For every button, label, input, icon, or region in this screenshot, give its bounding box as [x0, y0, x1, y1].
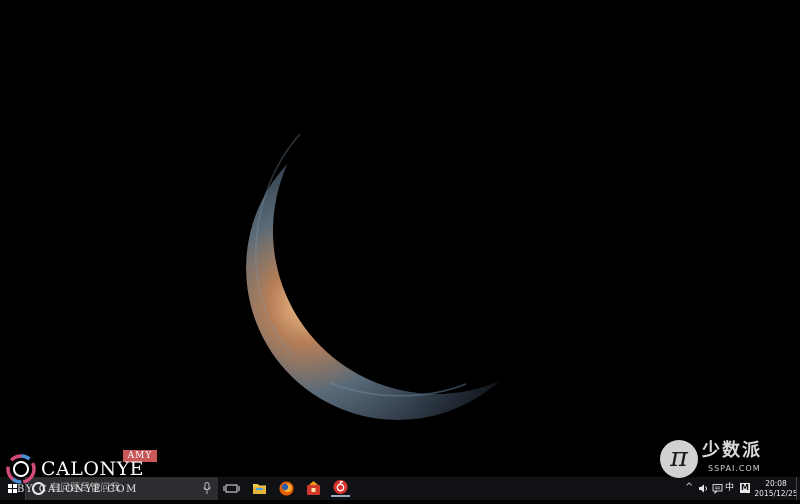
- folder-icon[interactable]: [250, 479, 269, 498]
- input-method-indicator[interactable]: 中: [725, 483, 736, 494]
- clock-time: 20:08: [765, 479, 787, 488]
- calonye-watermark: AMY CALONYE BY CALONYE.COM: [4, 450, 164, 496]
- calonye-logo-icon: [6, 454, 36, 484]
- volume-icon[interactable]: [698, 483, 709, 494]
- watermark-url: BY CALONYE.COM: [17, 484, 138, 495]
- action-center-icon[interactable]: [712, 483, 723, 494]
- firefox-icon[interactable]: [277, 479, 296, 498]
- clock-date: 2015/12/25: [754, 488, 798, 498]
- task-view-icon[interactable]: [222, 479, 241, 498]
- desktop[interactable]: [0, 0, 800, 477]
- sspai-watermark: π 少数派 SSPAI.COM: [660, 440, 788, 480]
- show-hidden-icons-chevron-icon[interactable]: ^: [685, 482, 696, 493]
- game-icon[interactable]: [304, 479, 323, 498]
- watermark-name: 少数派: [702, 440, 762, 461]
- netease-music-app[interactable]: [331, 479, 350, 497]
- sspai-logo-icon: π: [660, 440, 698, 478]
- microphone-icon[interactable]: [202, 482, 212, 495]
- music-icon: [333, 480, 348, 494]
- watermark-brand: CALONYE: [41, 458, 144, 480]
- crescent-planet-wallpaper: [246, 116, 550, 420]
- watermark-url: SSPAI.COM: [708, 464, 761, 473]
- clock[interactable]: 20:08 2015/12/25: [754, 479, 798, 498]
- system-tray: ^ 中 M 20:08 2015/12/25: [680, 477, 800, 500]
- show-desktop-button[interactable]: [796, 477, 800, 500]
- m-app-icon[interactable]: M: [740, 483, 750, 493]
